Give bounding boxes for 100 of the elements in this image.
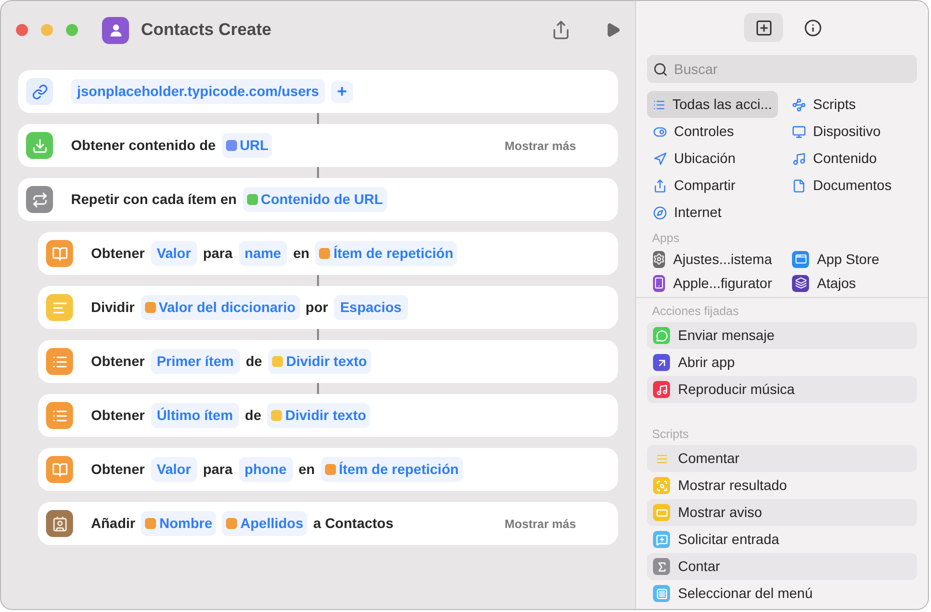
alert-window-icon	[653, 504, 670, 521]
parameter-token[interactable]: phone	[238, 457, 293, 482]
gear-icon	[653, 250, 666, 268]
action-list-item[interactable]: Reproducir música	[647, 376, 917, 403]
app-item[interactable]: Atajos	[786, 271, 917, 295]
action-label: a Contactos	[313, 514, 394, 533]
variable-token[interactable]: Apellidos	[222, 511, 308, 536]
share-icon[interactable]	[551, 20, 571, 40]
action-label: de	[244, 406, 262, 425]
contact-book-icon	[46, 510, 73, 537]
parameter-token[interactable]: Valor	[150, 241, 197, 266]
window-title: Contacts Create	[141, 19, 272, 42]
section-heading: Acciones fijadas	[652, 303, 740, 320]
section-heading: Scripts	[652, 426, 690, 443]
category-item[interactable]: Scripts	[786, 91, 917, 118]
category-item[interactable]: Todas las acci...	[647, 91, 778, 118]
show-more-link[interactable]: Mostrar más	[504, 514, 576, 532]
shortcut-person-icon	[102, 16, 129, 44]
action-card[interactable]: Obtener contenido de URL Mostrar más	[18, 124, 618, 167]
action-label: Obtener contenido de	[71, 136, 216, 155]
action-label: Obtener	[91, 406, 145, 425]
category-item[interactable]: Dispositivo	[786, 118, 917, 145]
action-list-item[interactable]: Contar	[647, 553, 917, 580]
action-card[interactable]: Obtener Valor para phone en Ítem de repetición	[38, 448, 618, 491]
variable-token[interactable]: Valor del diccionario	[140, 295, 300, 320]
info-icon	[804, 18, 822, 36]
parameter-token[interactable]: Último ítem	[150, 403, 239, 428]
action-label: Añadir	[91, 514, 136, 533]
result-icon	[653, 477, 670, 494]
action-label: en	[298, 460, 315, 479]
add-square-icon	[754, 18, 772, 36]
message-bubble-icon	[653, 327, 670, 344]
category-item[interactable]: Controles	[647, 118, 778, 145]
action-list-item[interactable]: Mostrar resultado	[647, 472, 917, 499]
variable-token[interactable]: Ítem de repetición	[315, 241, 458, 266]
variable-token[interactable]: Dividir texto	[267, 403, 370, 428]
toggle-icon	[653, 124, 667, 138]
action-label: para	[202, 244, 233, 263]
action-card[interactable]: Repetir con cada ítem en Contenido de URL	[18, 178, 618, 221]
action-label: Obtener	[91, 460, 145, 479]
sigma-icon	[653, 558, 670, 575]
action-card[interactable]: Obtener Primer ítem de Dividir texto	[38, 340, 618, 383]
music-note-icon	[653, 381, 670, 398]
text-lines-icon	[46, 294, 73, 321]
variable-token[interactable]: Ítem de repetición	[320, 457, 463, 482]
action-list-item[interactable]: Mostrar aviso	[647, 499, 917, 526]
action-label: para	[202, 460, 233, 479]
category-item[interactable]: Ubicación	[647, 145, 778, 172]
link-icon	[26, 78, 53, 105]
action-card[interactable]: Añadir Nombre Apellidos a Contactos Mostrar más	[38, 502, 618, 545]
action-list-item[interactable]: Comentar	[647, 445, 917, 472]
action-card[interactable]: jsonplaceholder.typicode.com/users +	[18, 70, 618, 113]
category-item[interactable]: Contenido	[786, 145, 917, 172]
action-label: Repetir con cada ítem en	[71, 190, 237, 209]
document-icon	[792, 178, 806, 192]
compass-icon	[653, 206, 667, 220]
library-tab[interactable]	[744, 13, 783, 42]
search-field[interactable]: Buscar	[647, 55, 917, 83]
variable-token[interactable]: Nombre	[141, 511, 216, 536]
parameter-token[interactable]: Primer ítem	[150, 349, 240, 374]
menu-icon	[653, 585, 670, 602]
show-more-link[interactable]: Mostrar más	[504, 136, 576, 154]
category-item[interactable]: Compartir	[647, 172, 778, 199]
monitor-icon	[792, 124, 806, 138]
action-list-item[interactable]: Seleccionar del menú	[647, 580, 917, 607]
download-icon	[26, 132, 53, 159]
input-bubble-icon	[653, 531, 670, 548]
action-list-item[interactable]: Abrir app	[647, 349, 917, 376]
action-card[interactable]: Obtener Valor para name en Ítem de repetición	[38, 232, 618, 275]
category-item[interactable]: Internet	[647, 199, 778, 226]
action-label: por	[306, 298, 328, 317]
app-item[interactable]: Ajustes...istema	[647, 247, 778, 271]
action-card[interactable]: Dividir Valor del diccionario por Espacios	[38, 286, 618, 329]
add-button[interactable]: +	[330, 80, 353, 102]
music-note-icon	[792, 152, 806, 166]
action-label: en	[293, 244, 310, 263]
action-label: Obtener	[91, 244, 145, 263]
location-arrow-icon	[653, 152, 667, 166]
category-item[interactable]: Documentos	[786, 172, 917, 199]
section-heading: Apps	[652, 230, 680, 247]
list-icon	[46, 348, 73, 375]
list-icon	[46, 402, 73, 429]
action-list-item[interactable]: Solicitar entrada	[647, 526, 917, 553]
repeat-icon	[26, 186, 53, 213]
parameter-token[interactable]: Valor	[150, 457, 197, 482]
action-card[interactable]: Obtener Último ítem de Dividir texto	[38, 394, 618, 437]
action-label: de	[246, 352, 262, 371]
play-icon[interactable]	[605, 22, 621, 38]
parameter-token[interactable]: name	[238, 241, 288, 266]
action-label: Dividir	[91, 298, 135, 317]
action-list-item[interactable]: Enviar mensaje	[647, 322, 917, 349]
parameter-token[interactable]: Espacios	[334, 295, 408, 320]
variable-token[interactable]: Contenido de URL	[242, 187, 387, 212]
app-item[interactable]: Apple...figurator	[647, 271, 778, 295]
parameter-token[interactable]: jsonplaceholder.typicode.com/users	[71, 79, 325, 104]
action-label: Obtener	[91, 352, 145, 371]
variable-token[interactable]: URL	[222, 133, 272, 158]
variable-token[interactable]: Dividir texto	[268, 349, 371, 374]
book-icon	[46, 240, 73, 267]
app-item[interactable]: App Store	[786, 247, 917, 271]
